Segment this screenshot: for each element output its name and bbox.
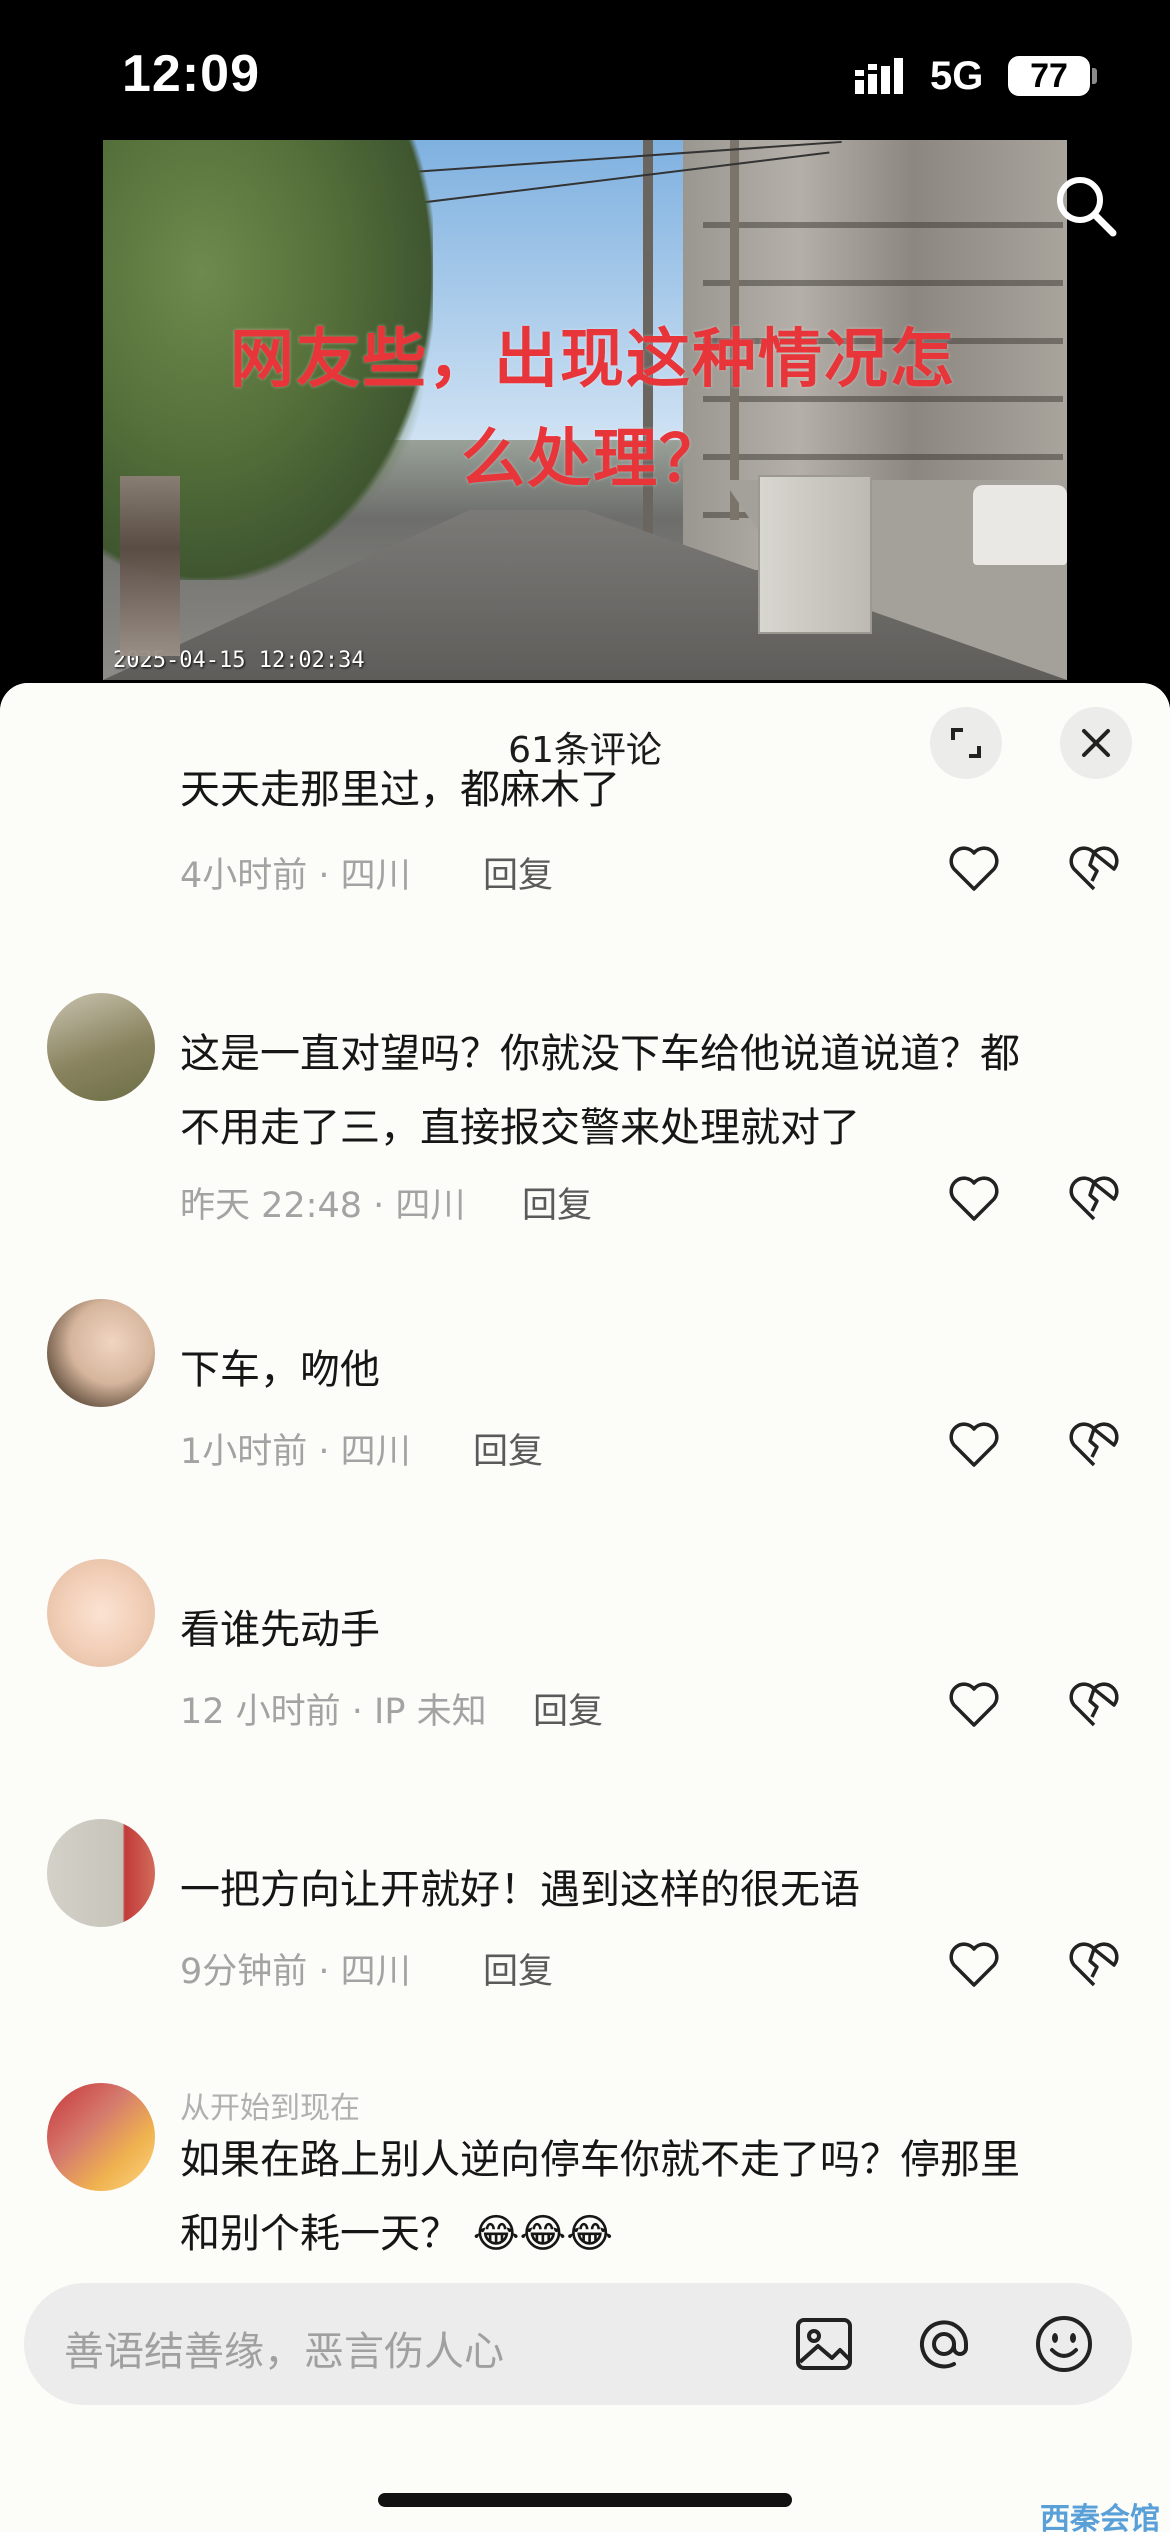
comment-meta: 4小时前 · 四川: [180, 856, 411, 896]
reply-button[interactable]: 回复: [533, 1683, 603, 1734]
reply-button[interactable]: 回复: [483, 847, 553, 898]
heart-icon[interactable]: [944, 1935, 1004, 1995]
comment-item: 天天走那里过，都麻木了 4小时前 · 四川 回复: [0, 753, 1170, 953]
comment-text: 下车，吻他: [180, 1347, 380, 1393]
battery-nub: [1092, 68, 1097, 84]
comment-text-line: 如果在路上别人逆向停车你就不走了吗？停那里: [180, 2137, 1020, 2183]
comment-text: 一把方向让开就好！遇到这样的很无语: [180, 1867, 860, 1913]
network-type: 5G: [930, 54, 984, 98]
comment-item: 看谁先动手 12 小时前 · IP 未知 回复: [0, 1559, 1170, 1793]
comment-meta: 昨天 22:48 · 四川: [180, 1186, 466, 1226]
emoji-icon[interactable]: [1032, 2312, 1096, 2376]
home-indicator[interactable]: [378, 2493, 792, 2507]
heart-icon[interactable]: [944, 1675, 1004, 1735]
screen: 12:09 5G 77 网友些，出现这种情况怎 么处理？ 2025-04-15 …: [0, 0, 1170, 2532]
video-caption: 网友些，出现这种情况怎 么处理？: [163, 310, 1023, 510]
avatar[interactable]: [47, 2083, 155, 2191]
comment-item: 这是一直对望吗？你就没下车给他说道说道？都 不用走了三，直接报交警来处理就对了 …: [0, 993, 1170, 1293]
broken-heart-icon[interactable]: [1064, 1169, 1124, 1229]
comment-input-bar[interactable]: 善语结善缘，恶言伤人心: [24, 2283, 1132, 2405]
search-icon[interactable]: [1050, 170, 1120, 240]
comment-username: 从开始到现在: [180, 2091, 360, 2126]
broken-heart-icon[interactable]: [1064, 1415, 1124, 1475]
reply-button[interactable]: 回复: [473, 1423, 543, 1474]
status-bar: 12:09 5G 77: [0, 0, 1170, 140]
comment-text-fragment: 和别个耗一天？: [180, 2211, 460, 2257]
image-icon[interactable]: [792, 2312, 856, 2376]
comment-input[interactable]: 善语结善缘，恶言伤人心: [64, 2319, 504, 2377]
comment-text: 如果在路上别人逆向停车你就不走了吗？停那里 和别个耗一天？ 😂😂😂: [180, 2123, 1110, 2271]
reply-button[interactable]: 回复: [522, 1177, 592, 1228]
video-caption-line: 网友些，出现这种情况怎: [230, 323, 956, 397]
comment-text-line: 不用走了三，直接报交警来处理就对了: [180, 1105, 860, 1151]
comment-item: 下车，吻他 1小时前 · 四川 回复: [0, 1299, 1170, 1533]
avatar[interactable]: [47, 1819, 155, 1927]
mosaic-blur: [120, 476, 180, 656]
comment-text: 看谁先动手: [180, 1607, 380, 1653]
avatar[interactable]: [47, 1559, 155, 1667]
heart-icon[interactable]: [944, 1415, 1004, 1475]
heart-icon[interactable]: [944, 1169, 1004, 1229]
comment-text: 这是一直对望吗？你就没下车给他说道说道？都 不用走了三，直接报交警来处理就对了: [180, 1017, 1110, 1165]
video-player[interactable]: 网友些，出现这种情况怎 么处理？ 2025-04-15 12:02:34: [103, 140, 1067, 680]
avatar[interactable]: [47, 993, 155, 1101]
comment-text-line: 这是一直对望吗？你就没下车给他说道说道？都: [180, 1031, 1020, 1077]
comment-text: 天天走那里过，都麻木了: [180, 767, 620, 813]
avatar[interactable]: [47, 1299, 155, 1407]
watermark: 西秦会馆: [1040, 2502, 1160, 2532]
signal-icon: [855, 58, 903, 94]
laugh-cry-emoji-icon: 😂😂😂: [460, 2211, 613, 2257]
broken-heart-icon[interactable]: [1064, 1675, 1124, 1735]
broken-heart-icon[interactable]: [1064, 1935, 1124, 1995]
comment-meta: 12 小时前 · IP 未知: [180, 1692, 487, 1732]
reply-button[interactable]: 回复: [483, 1943, 553, 1994]
video-caption-line: 么处理？: [461, 423, 725, 497]
status-time: 12:09: [122, 45, 260, 103]
comment-meta: 9分钟前 · 四川: [180, 1952, 411, 1992]
battery-level: 77: [1008, 56, 1090, 96]
comment-meta: 1小时前 · 四川: [180, 1432, 411, 1472]
broken-heart-icon[interactable]: [1064, 839, 1124, 899]
at-icon[interactable]: [912, 2312, 976, 2376]
heart-icon[interactable]: [944, 839, 1004, 899]
comment-item: 一把方向让开就好！遇到这样的很无语 9分钟前 · 四川 回复: [0, 1819, 1170, 2053]
